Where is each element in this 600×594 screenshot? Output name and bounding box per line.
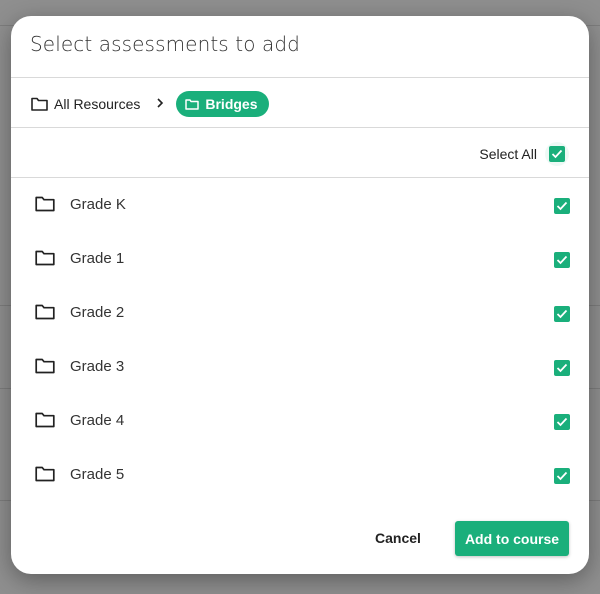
- list-item[interactable]: Grade 4: [11, 394, 589, 448]
- list-item-label: Grade 4: [70, 412, 125, 429]
- list-item[interactable]: Grade 1: [11, 232, 589, 286]
- folder-icon: [185, 98, 200, 110]
- folder-icon: [35, 412, 55, 428]
- list-item-checkbox[interactable]: [554, 306, 570, 322]
- list-item-label: Grade 3: [70, 358, 125, 375]
- list-item-checkbox[interactable]: [554, 360, 570, 376]
- divider: [11, 77, 589, 78]
- list-item[interactable]: Grade K: [11, 178, 589, 232]
- divider: [11, 127, 589, 128]
- add-to-course-button[interactable]: Add to course: [455, 521, 569, 556]
- breadcrumb-root[interactable]: All Resources: [31, 96, 140, 112]
- folder-icon: [35, 358, 55, 374]
- check-icon: [556, 471, 568, 481]
- check-icon: [556, 201, 568, 211]
- checkbox-halo: [545, 142, 569, 166]
- check-icon: [556, 363, 568, 373]
- breadcrumb-current-chip[interactable]: Bridges: [176, 91, 269, 117]
- folder-icon: [35, 466, 55, 482]
- check-icon: [556, 255, 568, 265]
- list-item-label: Grade 1: [70, 250, 125, 267]
- chevron-right-icon: [156, 96, 164, 112]
- folder-icon: [35, 250, 55, 266]
- list-item[interactable]: Grade 2: [11, 286, 589, 340]
- select-all-checkbox[interactable]: [549, 146, 565, 162]
- select-all-label: Select All: [479, 146, 537, 162]
- list-item-label: Grade K: [70, 196, 126, 213]
- breadcrumb: All Resources Bridges: [31, 91, 269, 117]
- list-item[interactable]: Grade 5: [11, 448, 589, 502]
- cancel-button[interactable]: Cancel: [368, 521, 428, 555]
- list-item-checkbox[interactable]: [554, 252, 570, 268]
- list-item[interactable]: Grade 3: [11, 340, 589, 394]
- select-assessments-dialog: Select assessments to add All Resources …: [11, 16, 589, 574]
- folder-icon: [35, 196, 55, 212]
- folder-icon: [35, 304, 55, 320]
- list-item-checkbox[interactable]: [554, 198, 570, 214]
- select-all-control[interactable]: Select All: [479, 142, 569, 166]
- breadcrumb-current-label: Bridges: [205, 96, 258, 112]
- list-item-checkbox[interactable]: [554, 414, 570, 430]
- folder-list: Grade K Grade 1 Grade 2 Grade 3 Grade 4 Grade…: [11, 178, 589, 502]
- breadcrumb-root-label: All Resources: [54, 96, 141, 112]
- check-icon: [556, 417, 568, 427]
- dialog-title: Select assessments to add: [30, 32, 300, 56]
- list-item-label: Grade 2: [70, 304, 125, 321]
- check-icon: [551, 149, 563, 159]
- folder-icon: [31, 97, 48, 111]
- list-item-checkbox[interactable]: [554, 468, 570, 484]
- check-icon: [556, 309, 568, 319]
- list-item-label: Grade 5: [70, 466, 125, 483]
